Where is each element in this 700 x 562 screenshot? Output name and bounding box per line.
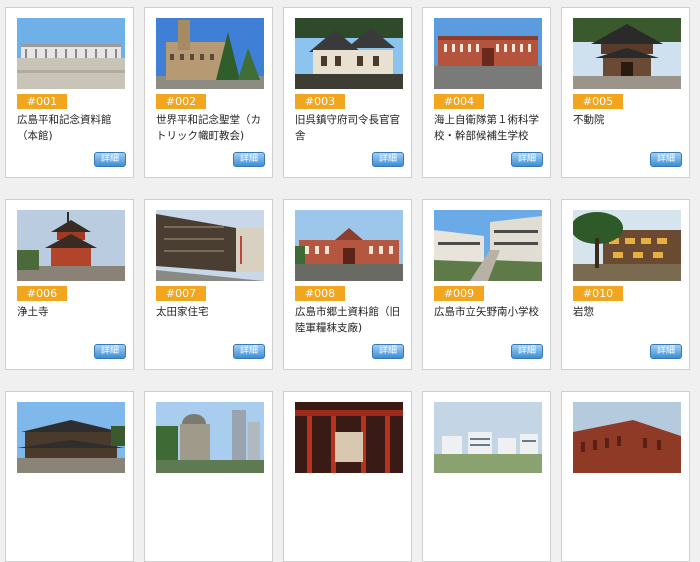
building-number-badge: #009: [434, 286, 484, 301]
building-name: 広島平和記念資料館（本館): [17, 114, 112, 142]
building-name: 世界平和記念聖堂（カトリック幟町教会): [156, 114, 261, 142]
building-photo[interactable]: [156, 210, 264, 281]
building-card[interactable]: #010 岩惣 詳細: [561, 199, 690, 370]
building-card[interactable]: #001 広島平和記念資料館（本館) 詳細: [5, 7, 134, 178]
building-photo[interactable]: [17, 18, 125, 89]
building-photo[interactable]: [573, 402, 681, 473]
building-card[interactable]: [283, 391, 412, 562]
building-name: 広島市立矢野南小学校: [434, 306, 539, 318]
building-card[interactable]: #003 旧呉鎮守府司令長官官舎 詳細: [283, 7, 412, 178]
building-number-badge: #007: [156, 286, 206, 301]
building-card[interactable]: [5, 391, 134, 562]
building-card[interactable]: #004 海上自衛隊第１術科学校・幹部候補生学校 詳細: [422, 7, 551, 178]
details-button[interactable]: 詳細: [511, 152, 543, 167]
building-photo[interactable]: [156, 18, 264, 89]
building-card[interactable]: #002 世界平和記念聖堂（カトリック幟町教会) 詳細: [144, 7, 273, 178]
details-button[interactable]: 詳細: [233, 152, 265, 167]
building-card[interactable]: #009 広島市立矢野南小学校 詳細: [422, 199, 551, 370]
details-button[interactable]: 詳細: [650, 152, 682, 167]
building-name: 海上自衛隊第１術科学校・幹部候補生学校: [434, 114, 539, 142]
building-number-badge: #006: [17, 286, 67, 301]
details-button[interactable]: 詳細: [94, 344, 126, 359]
building-card[interactable]: [561, 391, 690, 562]
building-card[interactable]: #007 太田家住宅 詳細: [144, 199, 273, 370]
building-name: 太田家住宅: [156, 306, 209, 318]
details-button[interactable]: 詳細: [511, 344, 543, 359]
building-photo[interactable]: [573, 210, 681, 281]
building-photo[interactable]: [573, 18, 681, 89]
building-number-badge: #003: [295, 94, 345, 109]
building-name: 広島市郷土資料館（旧陸軍糧秣支廠): [295, 306, 400, 334]
building-number-badge: #004: [434, 94, 484, 109]
building-number-badge: #010: [573, 286, 623, 301]
building-photo[interactable]: [17, 402, 125, 473]
building-card[interactable]: #008 広島市郷土資料館（旧陸軍糧秣支廠) 詳細: [283, 199, 412, 370]
building-name: 岩惣: [573, 306, 594, 318]
building-number-badge: #005: [573, 94, 623, 109]
building-photo[interactable]: [434, 402, 542, 473]
details-button[interactable]: 詳細: [372, 152, 404, 167]
building-card[interactable]: #006 浄土寺 詳細: [5, 199, 134, 370]
building-number-badge: #002: [156, 94, 206, 109]
building-photo[interactable]: [434, 210, 542, 281]
building-grid: #001 広島平和記念資料館（本館) 詳細 #002 世界平和記念聖堂（カトリッ…: [0, 0, 700, 562]
building-photo[interactable]: [295, 18, 403, 89]
building-number-badge: #001: [17, 94, 67, 109]
details-button[interactable]: 詳細: [650, 344, 682, 359]
building-card[interactable]: [144, 391, 273, 562]
building-photo[interactable]: [434, 18, 542, 89]
building-photo[interactable]: [156, 402, 264, 473]
building-name: 不動院: [573, 114, 605, 126]
details-button[interactable]: 詳細: [372, 344, 404, 359]
building-number-badge: #008: [295, 286, 345, 301]
building-photo[interactable]: [295, 402, 403, 473]
building-photo[interactable]: [17, 210, 125, 281]
building-name: 浄土寺: [17, 306, 49, 318]
building-name: 旧呉鎮守府司令長官官舎: [295, 114, 400, 142]
building-photo[interactable]: [295, 210, 403, 281]
building-card[interactable]: [422, 391, 551, 562]
details-button[interactable]: 詳細: [94, 152, 126, 167]
details-button[interactable]: 詳細: [233, 344, 265, 359]
building-card[interactable]: #005 不動院 詳細: [561, 7, 690, 178]
